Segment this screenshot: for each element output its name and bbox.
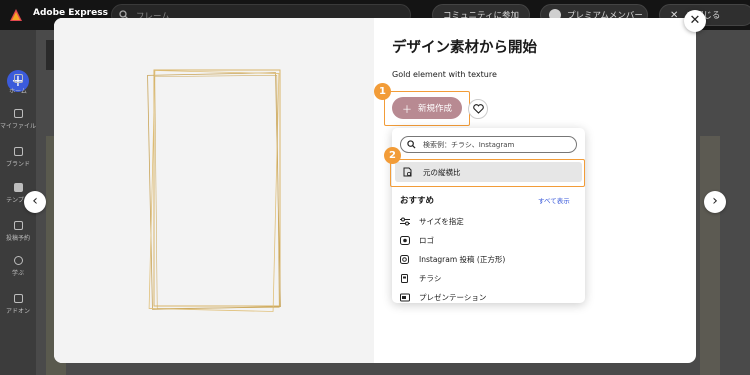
create-dropdown-menu: 検索例：チラシ、Instagram 元の縦横比 おすすめ すべて表示 サイズを指…	[392, 128, 585, 303]
step2-badge: 2	[384, 147, 401, 164]
brand-icon	[13, 147, 23, 156]
recommended-heading: おすすめ	[400, 196, 435, 206]
sidebar-item-schedule[interactable]: 投稿予約	[0, 221, 36, 242]
adobe-express-logo-icon[interactable]	[9, 8, 23, 22]
sidebar-item-home[interactable]: ホーム	[0, 74, 36, 95]
dropdown-item-label: プレゼンテーション	[419, 293, 487, 302]
dropdown-item-logo[interactable]: ロゴ	[400, 233, 580, 249]
plus-icon: ＋	[401, 104, 412, 116]
sliders-icon	[400, 217, 410, 226]
template-name: Gold element with texture	[392, 70, 497, 79]
chevron-right-icon: ›	[712, 193, 718, 209]
presentation-icon	[400, 293, 410, 302]
chevron-left-icon: ‹	[32, 193, 38, 209]
instagram-icon	[400, 255, 409, 264]
previous-template-button[interactable]: ‹	[24, 191, 46, 213]
see-all-link[interactable]: すべて表示	[538, 195, 570, 205]
dropdown-item-label: サイズを指定	[419, 217, 464, 226]
step2-highlight	[390, 159, 585, 187]
flyer-icon	[401, 274, 408, 283]
sidebar-item-my-files[interactable]: マイファイル	[0, 109, 36, 130]
dropdown-item-presentation[interactable]: プレゼンテーション	[400, 290, 580, 303]
create-new-label: 新規作成	[417, 104, 452, 114]
step1-badge: 1	[374, 83, 391, 100]
template-icon	[13, 183, 23, 192]
search-icon	[407, 140, 416, 149]
app-title: Adobe Express	[33, 8, 108, 18]
sidebar-item-label: アドオン	[5, 308, 30, 315]
dropdown-item-custom-size[interactable]: サイズを指定	[400, 214, 580, 230]
addon-icon	[13, 294, 23, 303]
dropdown-item-label: ロゴ	[419, 236, 434, 245]
template-preview	[54, 18, 374, 363]
sidebar-item-addons[interactable]: アドオン	[0, 294, 36, 315]
heart-icon	[472, 104, 484, 114]
sidebar-item-label: ブランド	[5, 161, 30, 168]
sidebar-item-label: 投稿予約	[5, 235, 30, 242]
dropdown-search-placeholder: 検索例：チラシ、Instagram	[423, 141, 515, 149]
gold-frame-preview	[147, 69, 281, 312]
sidebar-item-label: マイファイル	[0, 123, 37, 130]
modal-title: デザイン素材から開始	[392, 40, 537, 56]
background-thumbnail	[700, 136, 720, 375]
favorite-button[interactable]	[468, 99, 488, 119]
dropdown-item-label: チラシ	[419, 274, 442, 283]
next-template-button[interactable]: ›	[704, 191, 726, 213]
home-icon	[13, 74, 23, 83]
logo-icon	[400, 236, 410, 245]
sidebar-item-label: ホーム	[9, 88, 27, 95]
dropdown-item-instagram[interactable]: Instagram 投稿 (正方形)	[400, 252, 580, 268]
dropdown-item-flyer[interactable]: チラシ	[400, 271, 580, 287]
lightbulb-icon	[13, 256, 23, 265]
calendar-icon	[13, 221, 23, 230]
create-new-button[interactable]: ＋ 新規作成	[392, 97, 462, 119]
close-icon: ✕	[689, 13, 701, 28]
sidebar-item-label: 学ぶ	[11, 270, 24, 277]
template-modal: デザイン素材から開始 Gold element with texture 1 ＋…	[54, 18, 696, 363]
sidebar-item-brand[interactable]: ブランド	[0, 147, 36, 168]
sidebar-item-learn[interactable]: 学ぶ	[0, 256, 36, 277]
folder-icon	[13, 109, 23, 118]
modal-close-button[interactable]: ✕	[684, 10, 706, 32]
dropdown-item-label: Instagram 投稿 (正方形)	[419, 255, 506, 264]
dropdown-search-input[interactable]: 検索例：チラシ、Instagram	[400, 136, 577, 153]
